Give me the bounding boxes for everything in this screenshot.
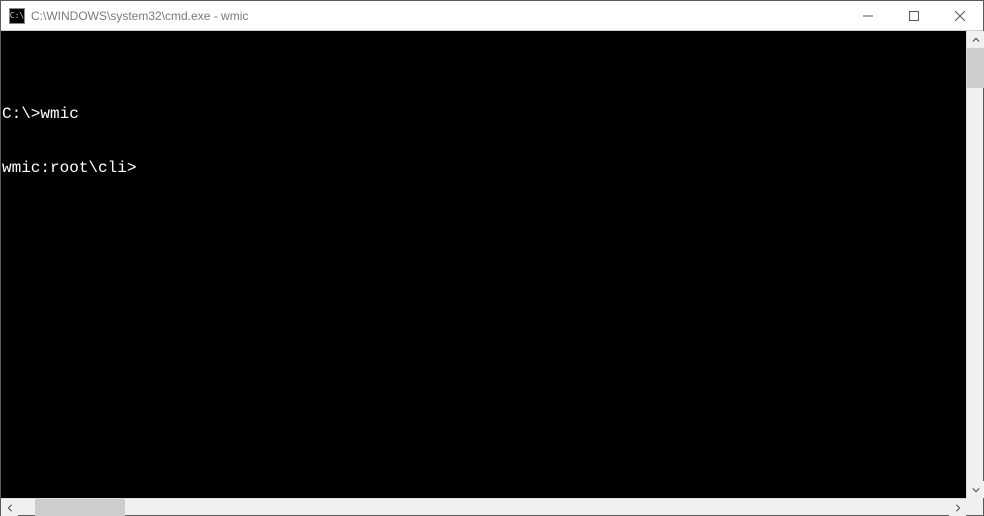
vertical-scrollbar[interactable]	[966, 31, 983, 498]
scroll-down-button[interactable]	[967, 481, 984, 498]
app-icon: C:\	[9, 8, 25, 24]
close-button[interactable]	[937, 1, 983, 30]
scroll-left-button[interactable]	[1, 499, 18, 516]
terminal-line: C:\>wmic	[2, 105, 965, 123]
scroll-corner	[966, 498, 983, 515]
window-controls	[845, 1, 983, 30]
window-title: C:\WINDOWS\system32\cmd.exe - wmic	[31, 9, 845, 23]
chevron-right-icon	[954, 504, 962, 512]
horizontal-scroll-track[interactable]	[18, 499, 949, 515]
maximize-icon	[909, 11, 919, 21]
minimize-icon	[863, 11, 873, 21]
chevron-down-icon	[972, 486, 980, 494]
vertical-scroll-thumb[interactable]	[967, 48, 984, 88]
maximize-button[interactable]	[891, 1, 937, 30]
terminal-line: wmic:root\cli>	[2, 159, 965, 177]
minimize-button[interactable]	[845, 1, 891, 30]
horizontal-scroll-thumb[interactable]	[35, 499, 125, 516]
scroll-right-button[interactable]	[949, 499, 966, 516]
client-area: C:\>wmic wmic:root\cli>	[1, 31, 983, 515]
horizontal-scrollbar[interactable]	[1, 498, 966, 515]
chevron-left-icon	[6, 504, 14, 512]
app-window: C:\ C:\WINDOWS\system32\cmd.exe - wmic C…	[0, 0, 984, 516]
chevron-up-icon	[972, 36, 980, 44]
main-row: C:\>wmic wmic:root\cli>	[1, 31, 983, 498]
scroll-up-button[interactable]	[967, 31, 984, 48]
titlebar[interactable]: C:\ C:\WINDOWS\system32\cmd.exe - wmic	[1, 1, 983, 31]
terminal-output[interactable]: C:\>wmic wmic:root\cli>	[1, 31, 966, 498]
close-icon	[955, 11, 965, 21]
